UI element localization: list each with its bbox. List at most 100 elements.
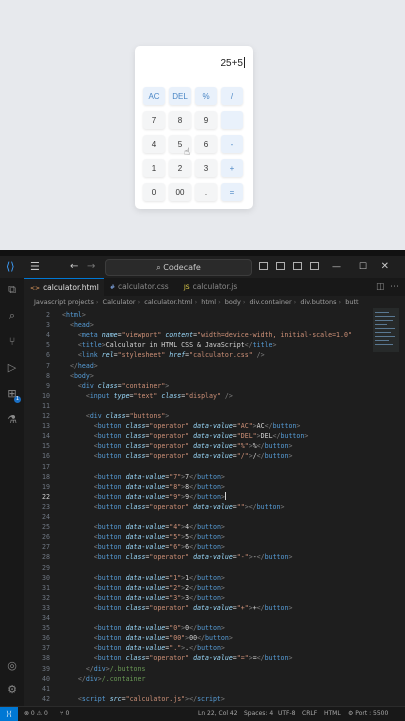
code-line[interactable]: 19 <button data-value="8">8</button> [24,482,405,492]
close-icon[interactable]: ✕ [381,256,389,278]
settings-gear-icon[interactable]: ⚙ [6,684,18,696]
calc-key[interactable]: 7 [143,111,165,129]
code-line[interactable]: 34 [24,613,405,623]
code-line[interactable]: 31 <button data-value="2">2</button> [24,583,405,593]
code-line[interactable]: 14 <button class="operator" data-value="… [24,431,405,441]
tab-calculator-js[interactable]: JS calculator.js [178,278,248,296]
breadcrumb-item[interactable]: html [201,298,216,306]
search-icon[interactable]: ⌕ [6,310,18,322]
code-line[interactable]: 4 <meta name="viewport" content="width=d… [24,330,405,340]
code-line[interactable]: 5 <title>Calculator in HTML CSS & JavaSc… [24,340,405,350]
forward-arrow-icon[interactable]: → [87,256,95,278]
code-line[interactable]: 40 </div>/.container [24,674,405,684]
code-line[interactable]: 10 <input type="text" class="display" /> [24,391,405,401]
encoding[interactable]: UTF-8 [278,707,296,721]
calc-key[interactable]: / [221,87,243,105]
minimap[interactable] [373,308,399,352]
code-line[interactable]: 32 <button data-value="3">3</button> [24,593,405,603]
line-ending[interactable]: CRLF [302,707,317,721]
code-line[interactable]: 29 [24,563,405,573]
split-editor-icon[interactable]: ◫ [376,278,390,296]
code-line[interactable]: 17 [24,462,405,472]
code-line[interactable]: 22 <button data-value="9">9</button> [24,491,405,502]
code-line[interactable]: 36 <button data-value="00">00</button> [24,633,405,643]
breadcrumb-item[interactable]: div.buttons [300,298,336,306]
remote-indicator-icon[interactable]: ⟩⟨ [0,707,18,721]
code-line[interactable]: 23 <button class="operator" data-value="… [24,502,405,512]
explorer-icon[interactable]: ⧉ [6,284,18,296]
code-line[interactable]: 15 <button class="operator" data-value="… [24,441,405,451]
calc-key[interactable]: 6 [195,135,217,153]
code-line[interactable]: 37 <button data-value=".">.</button> [24,643,405,653]
breadcrumb-item[interactable]: div.container [250,298,292,306]
calc-key[interactable]: = [221,183,243,201]
toggle-secondary-sidebar-icon[interactable] [293,262,302,270]
account-icon[interactable]: ◎ [6,660,18,672]
maximize-icon[interactable]: ☐ [359,256,367,278]
calc-key[interactable]: 2 [169,159,191,177]
code-line[interactable]: 25 <button data-value="4">4</button> [24,522,405,532]
code-line[interactable]: 16 <button class="operator" data-value="… [24,451,405,461]
code-line[interactable]: 33 <button class="operator" data-value="… [24,603,405,613]
calc-key[interactable]: 3 [195,159,217,177]
calculator-display[interactable]: 25+5 [220,57,245,69]
code-line[interactable]: 27 <button data-value="6">6</button> [24,542,405,552]
breadcrumb-item[interactable]: body [225,298,241,306]
run-debug-icon[interactable]: ▷ [6,362,18,374]
minimize-icon[interactable]: — [332,256,341,278]
code-line[interactable]: 42 <script src="calculator.js"></script> [24,694,405,704]
code-line[interactable]: 13 <button class="operator" data-value="… [24,421,405,431]
calc-key[interactable] [221,111,243,129]
code-line[interactable]: 38 <button class="operator" data-value="… [24,653,405,663]
code-line[interactable]: 18 <button data-value="7">7</button> [24,472,405,482]
language-mode[interactable]: HTML [324,707,341,721]
code-line[interactable]: 12 <div class="buttons"> [24,411,405,421]
menu-icon[interactable]: ☰ [30,256,40,278]
code-line[interactable]: 6 <link rel="stylesheet" href="calculato… [24,350,405,360]
tab-calculator-css[interactable]: # calculator.css [104,278,178,296]
cursor-position[interactable]: Ln 22, Col 42 [198,707,238,721]
ports-count[interactable]: ⑂ 0 [60,707,69,721]
live-server-port[interactable]: ⚙ Port : 5500 [348,707,388,721]
toggle-sidebar-icon[interactable] [259,262,268,270]
calc-key[interactable]: 00 [169,183,191,201]
breadcrumb-item[interactable]: Calculator [103,298,136,306]
calc-key[interactable]: 0 [143,183,165,201]
code-line[interactable]: 26 <button data-value="5">5</button> [24,532,405,542]
more-actions-icon[interactable]: ⋯ [390,278,404,296]
command-center-search[interactable]: ⌕ Codecafe [105,259,252,276]
calc-key[interactable]: % [195,87,217,105]
code-line[interactable]: 3 <head> [24,320,405,330]
breadcrumb-item[interactable]: calculator.html [144,298,192,306]
code-editor[interactable]: 2 <html> 3 <head> 4 <meta name="viewport" c… [24,308,405,706]
calc-key[interactable]: DEL [169,87,191,105]
layout-icon[interactable] [310,262,319,270]
problems-count[interactable]: ⊗ 0 ⚠ 0 [24,707,48,721]
tab-calculator-html[interactable]: <>calculator.html ✕ [24,278,104,311]
breadcrumb-item[interactable]: Javascript projects [34,298,94,306]
indentation[interactable]: Spaces: 4 [244,707,273,721]
code-line[interactable]: 28 <button class="operator" data-value="… [24,552,405,562]
toggle-panel-icon[interactable] [276,262,285,270]
breadcrumb-item[interactable]: butt [345,298,358,306]
calc-key[interactable]: . [195,183,217,201]
calc-key[interactable]: 8 [169,111,191,129]
code-line[interactable]: 41 [24,684,405,694]
calc-key[interactable]: + [221,159,243,177]
source-control-icon[interactable]: ⑂ [6,336,18,348]
back-arrow-icon[interactable]: ← [70,256,78,278]
code-line[interactable]: 7 </head> [24,361,405,371]
calc-key[interactable]: 4 [143,135,165,153]
testing-icon[interactable]: ⚗ [6,414,18,426]
calc-key[interactable]: 9 [195,111,217,129]
code-line[interactable]: 8 <body> [24,371,405,381]
code-line[interactable]: 30 <button data-value="1">1</button> [24,573,405,583]
code-line[interactable]: 39 </div>/.buttons [24,664,405,674]
code-line[interactable]: 2 <html> [24,310,405,320]
code-line[interactable]: 24 [24,512,405,522]
calc-key[interactable]: AC [143,87,165,105]
calc-key[interactable]: 1 [143,159,165,177]
calc-key[interactable]: - [221,135,243,153]
code-line[interactable]: 11 [24,401,405,411]
code-line[interactable]: 9 <div class="container"> [24,381,405,391]
